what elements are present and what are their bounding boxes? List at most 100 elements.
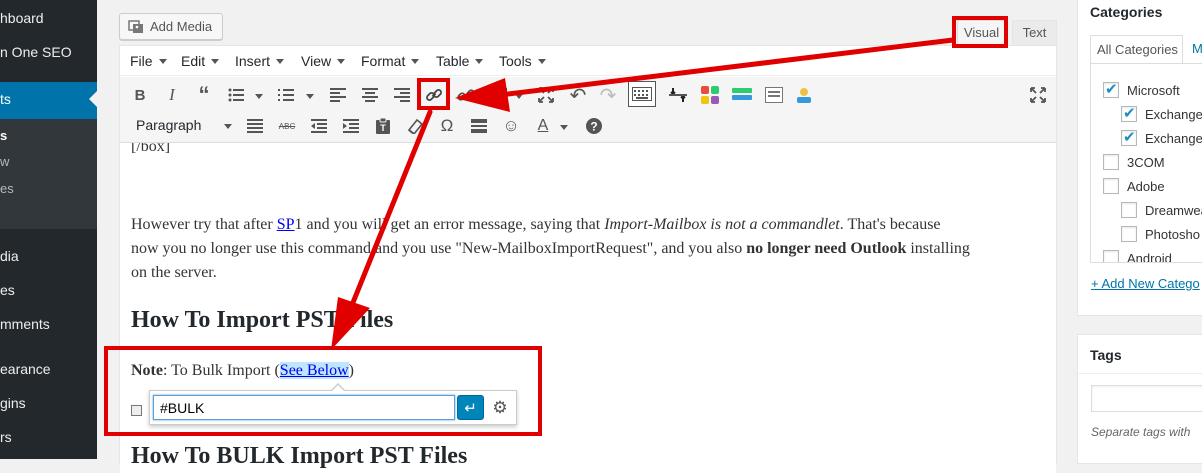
category-dreamweaver[interactable]: Dreamwea	[1121, 202, 1202, 218]
sidebar-item-all-in-one-seo[interactable]: n One SEO	[0, 44, 97, 68]
checkbox[interactable]	[1121, 226, 1137, 242]
paragraph-line-2: now you no longer use this command and y…	[131, 240, 970, 257]
category-adobe[interactable]: Adobe	[1103, 178, 1165, 194]
horizontal-line-icon[interactable]	[467, 114, 491, 138]
text-color-icon[interactable]: A	[531, 114, 555, 138]
divider	[1078, 373, 1202, 374]
sidebar-item-pages[interactable]: es	[0, 282, 97, 302]
indent-icon[interactable]	[339, 114, 363, 138]
gear-icon[interactable]: ⚙	[488, 396, 512, 420]
add-media-label: Add Media	[150, 19, 213, 34]
enter-icon: ↵	[464, 399, 477, 417]
checkbox[interactable]	[1121, 104, 1137, 122]
format-select[interactable]: Paragraph	[128, 114, 238, 138]
strikethrough-icon[interactable]: ABC	[275, 114, 299, 138]
apply-link-button[interactable]: ↵	[457, 395, 484, 420]
tab-most-used[interactable]: M	[1192, 41, 1202, 56]
menu-edit[interactable]: Edit	[181, 53, 220, 69]
chevron-down-icon[interactable]	[306, 94, 314, 99]
checkbox[interactable]	[1103, 80, 1119, 98]
unlink-icon[interactable]	[454, 83, 478, 107]
align-left-icon[interactable]	[326, 83, 350, 107]
menu-view[interactable]: View	[301, 53, 346, 69]
undo-icon[interactable]: ↶	[566, 83, 590, 107]
chevron-down-icon	[537, 59, 546, 64]
outdent-icon[interactable]	[307, 114, 331, 138]
menu-tools[interactable]: Tools	[499, 53, 546, 69]
categories-title: Categories	[1090, 4, 1163, 20]
category-exchange-2[interactable]: Exchange	[1121, 128, 1202, 146]
menu-format[interactable]: Format	[361, 53, 420, 69]
chevron-down-icon[interactable]	[255, 94, 263, 99]
fullscreen-icon[interactable]	[534, 83, 558, 107]
category-exchange-1[interactable]: Exchange	[1121, 104, 1202, 122]
category-android[interactable]: Android	[1103, 250, 1172, 262]
clear-formatting-icon[interactable]	[403, 114, 427, 138]
sidebar-item-dashboard[interactable]: hboard	[0, 10, 97, 34]
svg-text:T: T	[380, 123, 386, 133]
align-center-icon[interactable]	[358, 83, 382, 107]
tab-visual[interactable]: Visual	[957, 20, 1006, 45]
chevron-down-icon	[158, 59, 167, 64]
menu-file[interactable]: File	[130, 53, 167, 69]
align-right-icon[interactable]	[390, 83, 414, 107]
svg-text:?: ?	[590, 120, 597, 134]
category-microsoft[interactable]: Microsoft	[1103, 80, 1180, 98]
sidebar-item-posts[interactable]: ts	[0, 82, 97, 119]
toolbar-toggle-icon[interactable]	[628, 81, 656, 107]
page-break-icon[interactable]	[666, 83, 690, 107]
paragraph-line-3: on the server.	[131, 264, 217, 281]
divider-icon[interactable]	[730, 83, 754, 107]
bold-icon[interactable]: B	[128, 83, 152, 107]
tags-input[interactable]	[1091, 385, 1202, 412]
see-below-link[interactable]: See Below	[279, 362, 349, 379]
sp-link[interactable]: SP	[277, 216, 295, 233]
paste-text-icon[interactable]: T	[371, 114, 395, 138]
anchor-icon[interactable]	[131, 405, 142, 416]
add-media-button[interactable]: Add Media	[119, 13, 223, 40]
shortcodes-icon[interactable]	[698, 83, 722, 107]
tab-text[interactable]: Text	[1012, 20, 1057, 45]
chevron-down-icon[interactable]	[515, 94, 523, 99]
sidebar-item-media[interactable]: dia	[0, 248, 97, 268]
emoticons-icon[interactable]: ☺	[499, 114, 523, 138]
link-url-input[interactable]	[153, 395, 455, 420]
tags-box: Tags Separate tags with	[1077, 334, 1202, 464]
chevron-down-icon	[411, 59, 420, 64]
submenu-item-categories[interactable]: es	[0, 181, 14, 196]
special-character-icon[interactable]: Ω	[435, 114, 459, 138]
sidebar-item-users[interactable]: rs	[0, 429, 97, 449]
distraction-free-icon[interactable]	[1026, 83, 1050, 107]
submenu-item-add-new[interactable]: w	[0, 154, 9, 169]
menu-insert[interactable]: Insert	[235, 53, 285, 69]
content-box-icon[interactable]	[762, 83, 786, 107]
user-box-icon[interactable]	[792, 83, 816, 107]
numbered-list-icon[interactable]	[274, 83, 298, 107]
tab-all-categories[interactable]: All Categories	[1090, 35, 1183, 64]
blockquote-icon[interactable]: “	[192, 82, 216, 107]
category-3com[interactable]: 3COM	[1103, 154, 1165, 170]
sidebar-item-plugins[interactable]: gins	[0, 395, 97, 415]
italic-icon[interactable]: I	[160, 83, 184, 107]
sidebar-item-appearance[interactable]: earance	[0, 361, 97, 381]
link-dialog: ↵ ⚙	[149, 383, 517, 425]
chevron-down-icon	[337, 59, 346, 64]
checkbox[interactable]	[1103, 178, 1119, 194]
bullet-list-icon[interactable]	[224, 83, 248, 107]
checkbox[interactable]	[1103, 250, 1119, 262]
checkbox[interactable]	[1103, 154, 1119, 170]
insert-link-icon[interactable]	[422, 83, 446, 107]
code-tail: [/box]	[131, 143, 171, 155]
help-icon[interactable]: ?	[582, 114, 606, 138]
menu-table[interactable]: Table	[436, 53, 484, 69]
category-photoshop[interactable]: Photosho	[1121, 226, 1200, 242]
checkbox[interactable]	[1121, 202, 1137, 218]
checkbox[interactable]	[1121, 128, 1137, 146]
sidebar-item-comments[interactable]: mments	[0, 316, 97, 336]
add-new-category-link[interactable]: + Add New Catego	[1091, 276, 1200, 291]
justify-icon[interactable]	[243, 114, 267, 138]
redo-icon[interactable]: ↷	[596, 83, 620, 107]
submenu-item-all-posts[interactable]: s	[0, 128, 7, 143]
insert-more-icon[interactable]	[486, 83, 510, 107]
chevron-down-icon[interactable]	[560, 125, 568, 130]
